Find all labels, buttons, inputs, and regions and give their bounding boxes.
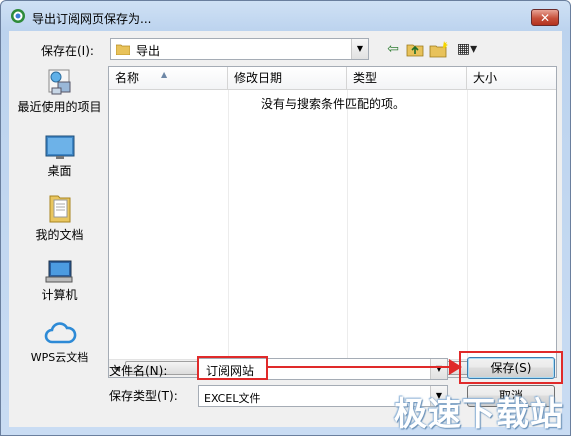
folder-icon: [116, 44, 130, 55]
file-name-label: 文件名(N):: [109, 364, 168, 378]
place-label: 桌面: [47, 164, 72, 178]
desktop-icon: [45, 135, 74, 159]
empty-message: 没有与搜索条件匹配的项。: [261, 97, 406, 111]
place-desktop[interactable]: 桌面: [15, 132, 104, 178]
column-divider: [467, 90, 468, 359]
place-wps-cloud[interactable]: WPS云文档: [15, 318, 104, 364]
highlight-box-filename: [197, 356, 268, 380]
file-type-value: EXCEL文件: [204, 392, 261, 405]
place-label: 我的文档: [35, 228, 84, 242]
new-folder-icon[interactable]: [429, 40, 449, 58]
cloud-icon: [44, 322, 76, 344]
dialog-body: 保存在(I): 导出 ▼ ⇦ ▦▾ 最近使用的项目 桌面 我的文档 计算机 WP…: [9, 31, 563, 427]
column-header-type[interactable]: 类型: [347, 67, 467, 90]
up-folder-icon[interactable]: [406, 40, 424, 58]
save-in-dropdown[interactable]: 导出 ▼: [110, 38, 369, 60]
column-divider: [228, 90, 229, 359]
file-list[interactable]: 名称 ▲ 修改日期 类型 大小 没有与搜索条件匹配的项。 ◀ ||| ▶: [108, 66, 557, 378]
highlight-box-save: [459, 351, 563, 384]
place-label: WPS云文档: [30, 351, 89, 364]
watermark: 极速下载站: [394, 394, 564, 433]
back-icon[interactable]: ⇦: [384, 40, 402, 58]
file-type-label: 保存类型(T):: [109, 389, 178, 403]
chevron-down-icon[interactable]: ▼: [430, 359, 447, 379]
save-dialog: 导出订阅网页保存为... ✕ 保存在(I): 导出 ▼ ⇦ ▦▾ 最近使用的项目…: [0, 0, 571, 436]
column-header-size[interactable]: 大小: [467, 67, 556, 90]
places-bar: 最近使用的项目 桌面 我的文档 计算机 WPS云文档: [15, 66, 104, 396]
chevron-down-icon[interactable]: ▼: [351, 39, 368, 59]
app-icon: [11, 9, 25, 23]
column-header-name[interactable]: 名称 ▲: [109, 67, 228, 90]
column-header-date[interactable]: 修改日期: [228, 67, 347, 90]
close-button[interactable]: ✕: [531, 9, 559, 26]
place-computer[interactable]: 计算机: [15, 256, 104, 302]
close-icon: ✕: [539, 11, 551, 25]
place-recent[interactable]: 最近使用的项目: [15, 66, 104, 114]
computer-icon: [45, 260, 72, 283]
window-title: 导出订阅网页保存为...: [32, 12, 152, 26]
place-documents[interactable]: 我的文档: [15, 190, 104, 242]
save-in-label: 保存在(I):: [41, 44, 94, 58]
title-bar[interactable]: 导出订阅网页保存为... ✕: [1, 1, 570, 31]
column-divider: [347, 90, 348, 359]
recent-items-icon: [48, 69, 70, 95]
view-menu-icon[interactable]: ▦▾: [454, 40, 480, 58]
place-label: 计算机: [41, 288, 78, 302]
sort-caret-icon: ▲: [161, 70, 168, 79]
save-in-value: 导出: [136, 44, 161, 58]
documents-icon: [49, 195, 70, 223]
annotation-arrow-line: [268, 366, 456, 368]
place-label: 最近使用的项目: [17, 100, 102, 114]
